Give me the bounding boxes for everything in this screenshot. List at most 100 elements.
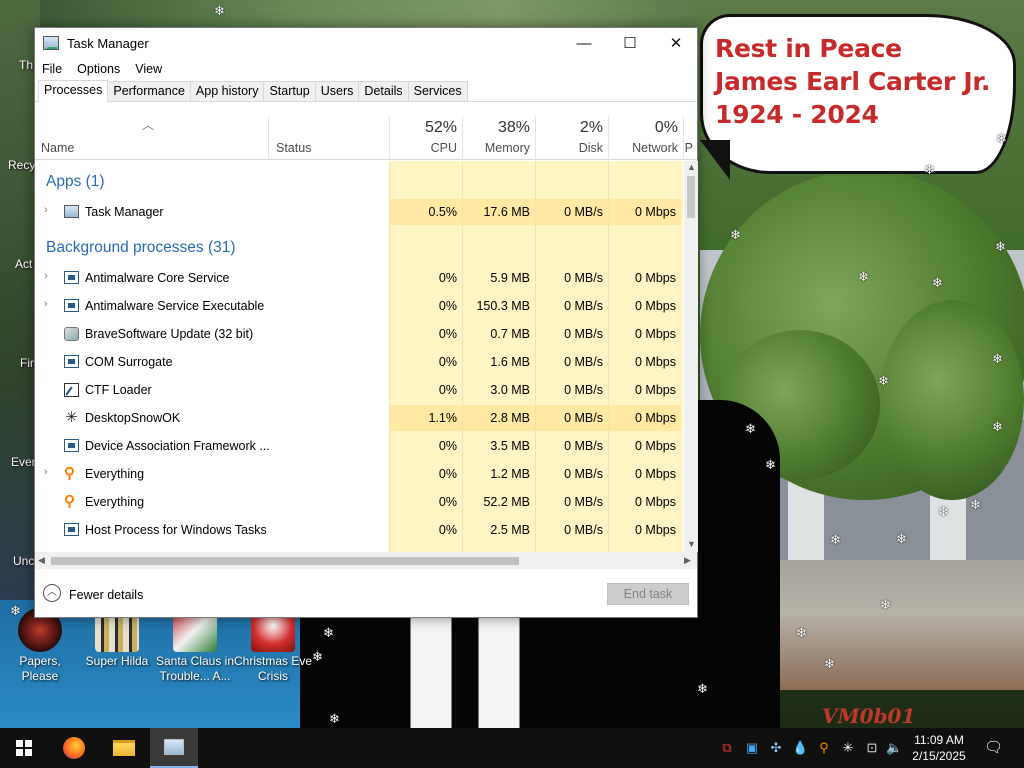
column-disk[interactable]: 2% Disk xyxy=(535,116,608,160)
process-row[interactable]: BraveSoftware Update (32 bit) 0% 0.7 MB 0 M… xyxy=(35,320,683,348)
ctf-loader-icon xyxy=(64,383,79,397)
tab-services[interactable]: Services xyxy=(407,81,468,101)
process-row[interactable]: › Antimalware Service Executable 0% 150.3 M… xyxy=(35,292,683,320)
process-row[interactable]: › Antimalware Core Service 0% 5.9 MB 0 MB/s 0… xyxy=(35,264,683,292)
clock-time: 11:09 AM xyxy=(914,733,964,747)
minimize-button[interactable]: — xyxy=(561,28,607,58)
menu-file[interactable]: File xyxy=(35,62,70,76)
expand-chevron-icon[interactable]: › xyxy=(44,466,48,478)
menu-options[interactable]: Options xyxy=(70,62,128,76)
tray-network-icon[interactable]: ⊡ xyxy=(864,740,880,756)
process-cpu-value: 0% xyxy=(438,439,457,453)
process-cpu-value: 0% xyxy=(438,327,457,341)
scroll-left-icon[interactable]: ◀ xyxy=(38,555,45,566)
tab-strip: Processes Performance App history Startu… xyxy=(35,80,697,102)
process-disk-value: 0 MB/s xyxy=(564,271,603,285)
expand-chevron-icon[interactable]: › xyxy=(44,270,48,282)
service-icon xyxy=(64,523,79,537)
tab-startup[interactable]: Startup xyxy=(263,81,316,101)
start-button[interactable] xyxy=(0,728,48,768)
title-bar[interactable]: Task Manager — ☐ ✕ xyxy=(35,28,697,58)
horizontal-scrollbar[interactable]: ◀ ▶ xyxy=(35,552,697,569)
process-row[interactable]: CTF Loader 0% 3.0 MB 0 MB/s 0 Mbps xyxy=(35,376,683,404)
vertical-scroll-thumb[interactable] xyxy=(687,176,695,218)
expand-chevron-icon[interactable]: › xyxy=(44,298,48,310)
scroll-down-icon[interactable]: ▼ xyxy=(687,539,696,549)
tab-processes[interactable]: Processes xyxy=(38,80,109,102)
file-explorer-taskbar-icon[interactable] xyxy=(100,728,148,768)
tray-everything-icon[interactable]: ⚲ xyxy=(816,740,832,756)
chevron-up-icon[interactable]: ︿ xyxy=(43,584,61,602)
column-memory[interactable]: 38% Memory xyxy=(462,116,535,160)
bubble-line: 1924 - 2024 xyxy=(715,100,879,129)
process-cpu-value: 1.1% xyxy=(428,411,458,425)
maximize-button[interactable]: ☐ xyxy=(607,28,653,58)
taskbar-clock[interactable]: 11:09 AM 2/15/2025 xyxy=(908,732,970,764)
process-network-value: 0 Mbps xyxy=(635,355,676,369)
desktop-icon-christmas-eve[interactable]: Christmas Eve Crisis xyxy=(233,608,313,684)
everything-search-icon: ⚲ xyxy=(64,493,75,510)
column-extra[interactable]: P xyxy=(683,116,697,160)
tray-snowflake-icon[interactable]: ✳ xyxy=(840,740,856,756)
horizontal-scroll-thumb[interactable] xyxy=(51,557,519,565)
tray-droplet-icon[interactable]: 💧 xyxy=(792,740,808,756)
tray-app-icon[interactable]: ⧉ xyxy=(719,740,735,756)
menu-view[interactable]: View xyxy=(128,62,170,76)
process-row[interactable]: COM Surrogate 0% 1.6 MB 0 MB/s 0 Mbps xyxy=(35,348,683,376)
desktop-icon-label: Santa Claus in Trouble... A... xyxy=(155,654,235,683)
desktop-icon-papers-please[interactable]: Papers, Please xyxy=(0,608,80,684)
task-manager-taskbar-icon[interactable] xyxy=(150,728,198,768)
folder-icon xyxy=(113,740,135,756)
tray-network-drives-icon[interactable]: ✣ xyxy=(768,740,784,756)
close-button[interactable]: ✕ xyxy=(653,28,699,58)
process-name: COM Surrogate xyxy=(85,355,173,369)
desktop-icon-santa-claus[interactable]: Santa Claus in Trouble... A... xyxy=(155,608,235,684)
tray-monitor-icon[interactable]: ▣ xyxy=(744,740,760,756)
tab-performance[interactable]: Performance xyxy=(107,81,191,101)
process-network-value: 0 Mbps xyxy=(635,467,676,481)
tab-app-history[interactable]: App history xyxy=(189,81,265,101)
notification-center-icon[interactable]: 🗨 xyxy=(984,740,1003,756)
tab-details[interactable]: Details xyxy=(358,81,409,101)
desktop-edge-label[interactable]: Ever xyxy=(11,455,36,469)
vertical-scrollbar[interactable]: ▲ ▼ xyxy=(684,161,698,552)
column-status[interactable]: Status xyxy=(268,116,389,160)
footer: ︿ Fewer details End task xyxy=(35,576,697,618)
tab-users[interactable]: Users xyxy=(314,81,360,101)
process-row[interactable]: ✳ DesktopSnowOK 1.1% 2.8 MB 0 MB/s 0 Mbps xyxy=(35,404,683,432)
process-name: DesktopSnowOK xyxy=(85,411,181,425)
process-row[interactable]: Device Association Framework ... 0% 3.5 MB… xyxy=(35,432,683,460)
tray-volume-muted-icon[interactable]: 🔈 xyxy=(886,740,902,756)
process-row[interactable]: ⚲ Everything 0% 52.2 MB 0 MB/s 0 Mbps xyxy=(35,488,683,516)
cpu-total: 52% xyxy=(424,119,457,136)
desktop-edge-label[interactable]: Th xyxy=(19,58,33,72)
scroll-right-icon[interactable]: ▶ xyxy=(684,555,691,566)
fewer-details-link[interactable]: Fewer details xyxy=(69,588,143,602)
process-cpu-value: 0% xyxy=(438,383,457,397)
desktop-edge-label[interactable]: Unc xyxy=(13,554,34,568)
task-manager-icon xyxy=(64,205,79,219)
process-disk-value: 0 MB/s xyxy=(564,327,603,341)
desktop-edge-label[interactable]: Fir xyxy=(20,356,34,370)
speech-bubble-text: Rest in Peace James Earl Carter Jr. 1924… xyxy=(715,32,1005,131)
end-task-button[interactable]: End task xyxy=(607,583,689,605)
process-row[interactable]: › ⚲ Everything 0% 1.2 MB 0 MB/s 0 Mbps xyxy=(35,460,683,488)
process-row[interactable]: Host Process for Windows Tasks 0% 2.5 MB 0 … xyxy=(35,516,683,544)
process-memory-value: 5.9 MB xyxy=(490,271,530,285)
column-header: ︿ Name Status 52% CPU 38% Memory 2% Disk… xyxy=(35,116,697,160)
scroll-up-icon[interactable]: ▲ xyxy=(687,162,696,172)
column-network[interactable]: 0% Network xyxy=(608,116,683,160)
column-cpu[interactable]: 52% CPU xyxy=(389,116,462,160)
process-cpu-value: 0% xyxy=(438,467,457,481)
process-memory-value: 0.7 MB xyxy=(490,327,530,341)
column-name[interactable]: Name xyxy=(35,116,268,160)
process-memory-value: 150.3 MB xyxy=(476,299,530,313)
firefox-taskbar-icon[interactable] xyxy=(50,728,98,768)
column-status-label: Status xyxy=(276,141,312,155)
process-row[interactable]: › Task Manager 0.5% 17.6 MB 0 MB/s 0 Mbps xyxy=(35,198,683,226)
process-memory-value: 52.2 MB xyxy=(483,495,530,509)
process-cpu-value: 0% xyxy=(438,355,457,369)
desktop-edge-label[interactable]: Act xyxy=(15,257,32,271)
desktop-edge-label[interactable]: Recy xyxy=(8,158,35,172)
expand-chevron-icon[interactable]: › xyxy=(44,204,48,216)
